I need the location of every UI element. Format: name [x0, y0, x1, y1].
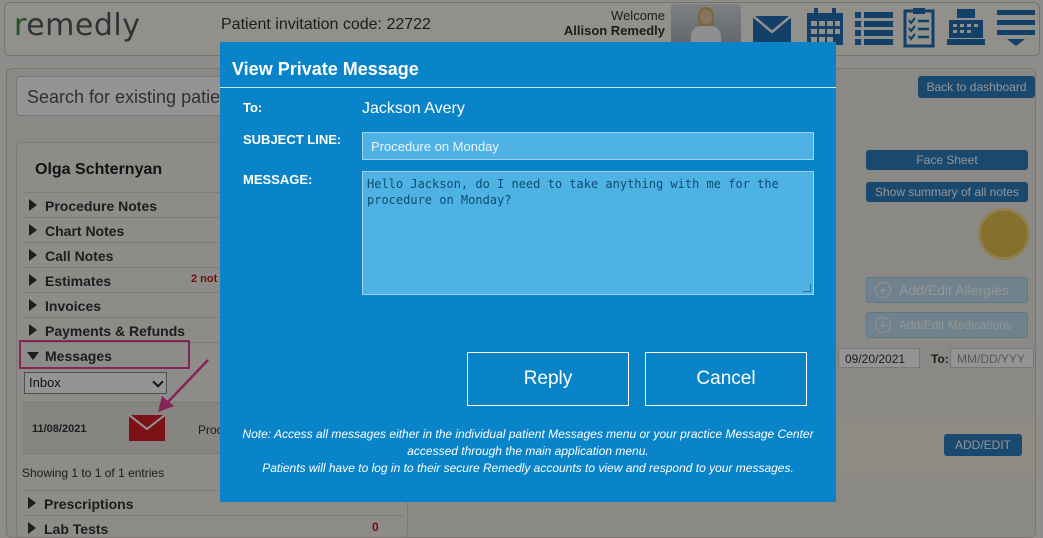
cancel-button[interactable]: Cancel — [645, 352, 807, 406]
message-label: MESSAGE: — [243, 172, 313, 187]
reply-button[interactable]: Reply — [467, 352, 629, 406]
to-label: To: — [243, 100, 263, 115]
view-private-message-modal: View Private Message To: Jackson Avery S… — [220, 42, 836, 502]
message-textarea[interactable]: Hello Jackson, do I need to take anythin… — [362, 171, 814, 295]
divider — [220, 87, 836, 88]
modal-note: Note: Access all messages either in the … — [242, 427, 814, 475]
subject-label: SUBJECT LINE: — [243, 132, 342, 147]
recipient-name: Jackson Avery — [362, 100, 465, 117]
resize-handle-icon[interactable] — [803, 284, 811, 292]
modal-title: View Private Message — [232, 59, 419, 79]
subject-field[interactable]: Procedure on Monday — [362, 132, 814, 160]
